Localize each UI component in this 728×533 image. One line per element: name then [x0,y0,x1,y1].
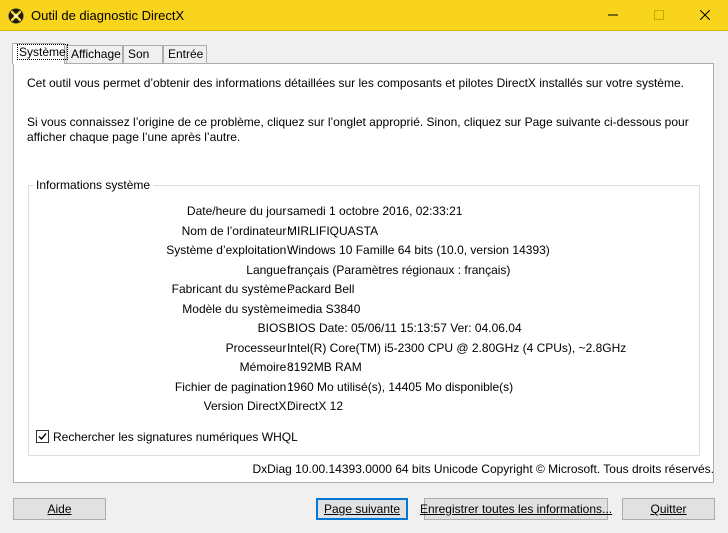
info-row-pagefile: Fichier de pagination : 1960 Mo utilisé(… [29,380,689,399]
info-label: Modèle du système : [182,302,293,316]
info-row-os: Système d’exploitation : Windows 10 Fami… [29,243,689,262]
info-value: français (Paramètres régionaux : françai… [287,263,511,277]
close-icon [700,10,710,20]
help-button-label: Aide [47,502,72,516]
whql-checkbox[interactable] [36,430,49,443]
next-page-button[interactable]: Page suivante [316,498,408,520]
next-page-button-label: Page suivante [323,502,401,516]
window-title: Outil de diagnostic DirectX [31,8,185,23]
close-button[interactable] [682,0,728,30]
info-row-model: Modèle du système : imedia S3840 [29,302,689,321]
info-row-bios: BIOS : BIOS Date: 05/06/11 15:13:57 Ver:… [29,321,689,340]
maximize-icon [654,10,664,20]
checkmark-icon [38,433,47,441]
info-value: DirectX 12 [287,399,344,413]
info-label: Date/heure du jour : [186,204,293,218]
minimize-icon [608,14,618,16]
info-value: MIRLIFIQUASTA [287,224,379,238]
info-value: samedi 1 octobre 2016, 02:33:21 [287,204,463,218]
info-label: Fabricant du système : [171,282,293,296]
quit-button[interactable]: Quitter [622,498,715,520]
intro-text: Cet outil vous permet d’obtenir des info… [27,76,684,90]
info-value: Packard Bell [287,282,355,296]
system-info-group: Informations système Date/heure du jour … [28,178,700,456]
save-all-button-label: Enregistrer toutes les informations... [419,502,613,516]
info-row-directx-version: Version DirectX : DirectX 12 [29,399,689,418]
info-row-computer-name: Nom de l’ordinateur : MIRLIFIQUASTA [29,224,689,243]
help-button[interactable]: Aide [13,498,106,520]
info-value: 8192MB RAM [287,360,362,374]
instruction-text: Si vous connaissez l’origine de ce probl… [27,115,689,144]
minimize-button[interactable] [590,0,636,30]
tab-affichage[interactable]: Affichage [66,45,123,63]
copyright-text: DxDiag 10.00.14393.0000 64 bits Unicode … [252,462,714,476]
info-value: 1960 Mo utilisé(s), 14405 Mo disponible(… [287,380,514,394]
info-row-memory: Mémoire : 8192MB RAM [29,360,689,379]
directx-icon [8,8,24,24]
info-label: Version DirectX : [203,399,293,413]
info-label: Mémoire : [239,360,293,374]
tab-systeme[interactable]: Système [12,43,68,64]
info-value: BIOS Date: 05/06/11 15:13:57 Ver: 04.06.… [287,321,522,335]
group-title: Informations système [33,178,154,192]
info-value: Intel(R) Core(TM) i5-2300 CPU @ 2.80GHz … [287,341,627,355]
info-label: Système d’exploitation : [166,243,293,257]
info-value: Windows 10 Famille 64 bits (10.0, versio… [287,243,550,257]
info-row-processor: Processeur : Intel(R) Core(TM) i5-2300 C… [29,341,689,360]
quit-button-label: Quitter [650,502,687,516]
info-label: Processeur : [225,341,293,355]
whql-label[interactable]: Rechercher les signatures numériques WHQ… [53,430,298,444]
info-row-manufacturer: Fabricant du système : Packard Bell [29,282,689,301]
save-all-button[interactable]: Enregistrer toutes les informations... [420,498,612,520]
info-label: Fichier de pagination : [174,380,293,394]
info-label: Nom de l’ordinateur : [181,224,293,238]
info-row-language: Langue : français (Paramètres régionaux … [29,263,689,282]
maximize-button[interactable] [636,0,682,30]
title-bar[interactable]: Outil de diagnostic DirectX [0,0,728,31]
info-label: Langue : [246,263,293,277]
tab-entree[interactable]: Entrée [163,45,207,63]
tab-son[interactable]: Son [123,45,163,63]
tab-panel-systeme: Cet outil vous permet d’obtenir des info… [13,63,714,483]
info-value: imedia S3840 [287,302,361,316]
info-row-date: Date/heure du jour : samedi 1 octobre 20… [29,204,689,223]
